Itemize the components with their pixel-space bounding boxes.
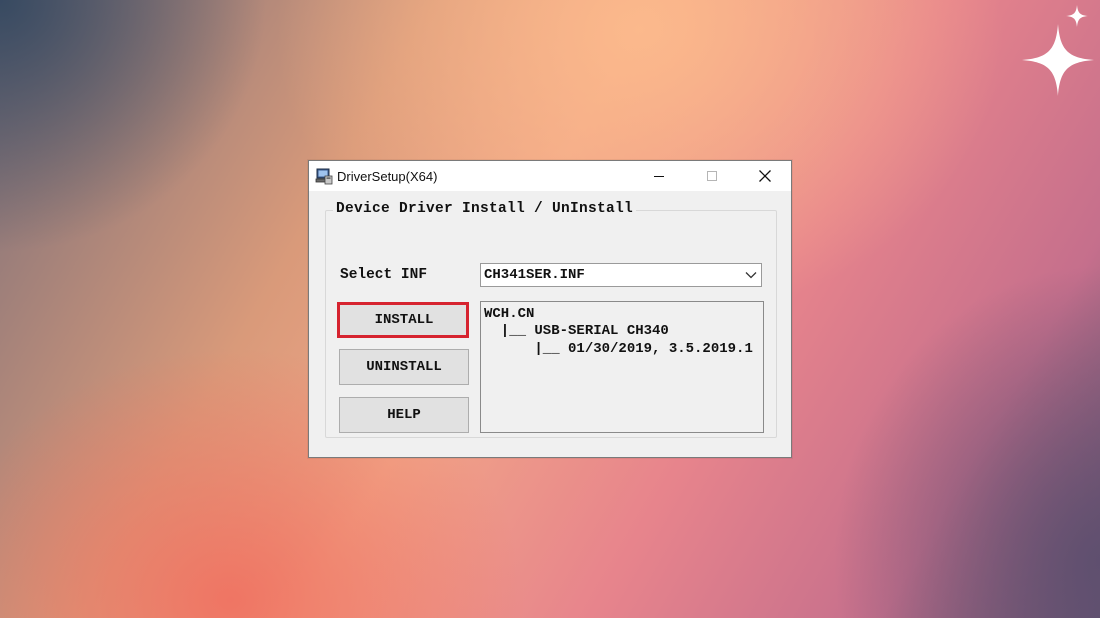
close-icon bbox=[758, 169, 772, 183]
info-line-version: |__ 01/30/2019, 3.5.2019.1 bbox=[484, 341, 753, 357]
driver-setup-window: DriverSetup(X64) Device Driver Install /… bbox=[308, 160, 792, 458]
minimize-icon bbox=[653, 170, 665, 182]
inf-select-value: CH341SER.INF bbox=[484, 267, 585, 283]
window-controls bbox=[632, 161, 791, 191]
help-button[interactable]: HELP bbox=[339, 397, 469, 433]
info-line-device: |__ USB-SERIAL CH340 bbox=[484, 323, 669, 339]
install-button[interactable]: INSTALL bbox=[339, 302, 469, 338]
uninstall-button[interactable]: UNINSTALL bbox=[339, 349, 469, 385]
maximize-icon bbox=[706, 170, 718, 182]
inf-select[interactable]: CH341SER.INF bbox=[480, 263, 762, 287]
minimize-button[interactable] bbox=[632, 161, 685, 191]
chevron-down-icon[interactable] bbox=[741, 264, 761, 286]
select-inf-label: Select INF bbox=[340, 267, 428, 283]
sparkle-icon bbox=[1066, 5, 1088, 27]
window-client-area: Device Driver Install / UnInstall Select… bbox=[309, 191, 791, 457]
computer-setup-icon bbox=[315, 167, 333, 185]
sparkle-icon bbox=[1022, 24, 1094, 96]
maximize-button[interactable] bbox=[685, 161, 738, 191]
groupbox-title: Device Driver Install / UnInstall bbox=[333, 201, 637, 217]
window-title: DriverSetup(X64) bbox=[337, 168, 438, 184]
info-line-vendor: WCH.CN bbox=[484, 306, 535, 322]
driver-info-box: WCH.CN |__ USB-SERIAL CH340 |__ 01/30/20… bbox=[480, 301, 764, 433]
title-bar[interactable]: DriverSetup(X64) bbox=[309, 161, 791, 191]
close-button[interactable] bbox=[738, 161, 791, 191]
